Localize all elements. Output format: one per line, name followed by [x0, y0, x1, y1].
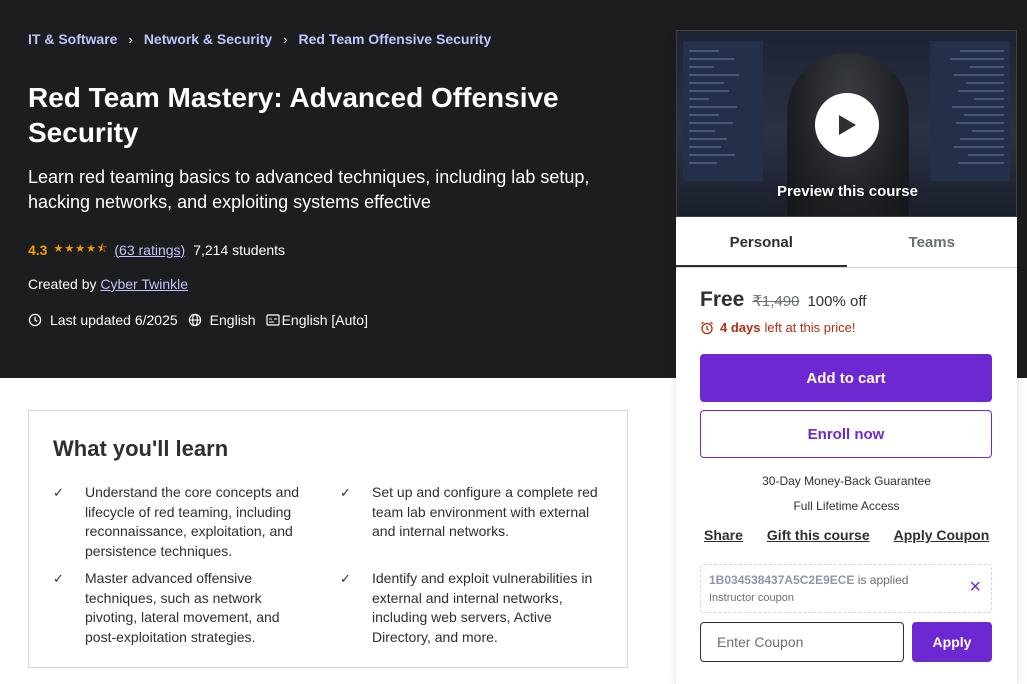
- captions-icon: [265, 314, 280, 326]
- check-icon: ✓: [340, 485, 351, 500]
- learn-item: ✓ Master advanced offensive techniques, …: [53, 569, 313, 647]
- learn-item-text: Identify and exploit vulnerabilities in …: [372, 570, 593, 645]
- star-icon: ★: [53, 243, 65, 255]
- learn-item-text: Master advanced offensive techniques, su…: [85, 570, 280, 645]
- sidebar-links: Share Gift this course Apply Coupon: [704, 527, 989, 543]
- breadcrumb: IT & Software › Network & Security › Red…: [28, 31, 491, 47]
- course-subtitle: Learn red teaming basics to advanced tec…: [28, 167, 590, 212]
- pricing-tabs: Personal Teams: [676, 217, 1017, 268]
- learn-item: ✓ Identify and exploit vulnerabilities i…: [340, 569, 602, 647]
- captions: English [Auto]: [265, 312, 368, 328]
- instructor-link[interactable]: Cyber Twinkle: [100, 276, 188, 292]
- check-icon: ✓: [53, 571, 64, 586]
- apply-coupon-link[interactable]: Apply Coupon: [894, 527, 990, 543]
- last-updated: Last updated 6/2025: [28, 312, 178, 328]
- coupon-input[interactable]: [700, 622, 904, 662]
- star-half-icon: ⯪: [96, 243, 109, 255]
- lifetime-access: Full Lifetime Access: [793, 499, 900, 513]
- globe-icon: [188, 313, 201, 327]
- breadcrumb-link-network-security[interactable]: Network & Security: [144, 31, 272, 47]
- created-by: Created by Cyber Twinkle: [28, 276, 188, 292]
- course-meta: Last updated 6/2025 English English [Aut…: [28, 312, 378, 328]
- course-preview[interactable]: Preview this course: [676, 30, 1017, 217]
- learn-item-text: Understand the core concepts and lifecyc…: [85, 484, 300, 559]
- star-icon: ★: [64, 243, 76, 255]
- clock-icon: [28, 313, 42, 327]
- gift-course-link[interactable]: Gift this course: [767, 527, 870, 543]
- ratings-count-link[interactable]: (63 ratings): [114, 242, 185, 258]
- coupon-status: is applied: [857, 573, 909, 587]
- applied-coupon: 1B034538437A5C2E9ECE is applied Instruct…: [700, 564, 992, 613]
- learn-item: ✓ Set up and configure a complete red te…: [340, 483, 602, 542]
- current-price: Free: [700, 288, 745, 311]
- coupon-code-line: 1B034538437A5C2E9ECE is applied: [709, 573, 908, 587]
- captions-text: English [Auto]: [281, 312, 368, 328]
- preview-screen-decor: [683, 41, 763, 181]
- coupon-code: 1B034538437A5C2E9ECE: [709, 573, 855, 587]
- apply-coupon-button[interactable]: Apply: [912, 622, 992, 662]
- coupon-type: Instructor coupon: [709, 592, 794, 604]
- play-button[interactable]: [815, 93, 879, 157]
- last-updated-text: Last updated 6/2025: [50, 312, 178, 328]
- price-timer: 4 days left at this price!: [700, 320, 856, 335]
- preview-screen-decor: [930, 41, 1010, 181]
- chevron-right-icon: ›: [283, 31, 288, 47]
- chevron-right-icon: ›: [128, 31, 133, 47]
- rating-value: 4.3: [28, 241, 48, 258]
- tab-personal[interactable]: Personal: [676, 217, 847, 267]
- learn-item-text: Set up and configure a complete red team…: [372, 484, 598, 539]
- price-row: Free ₹1,490 100% off: [700, 288, 866, 312]
- learn-item: ✓ Understand the core concepts and lifec…: [53, 483, 313, 561]
- original-price: ₹1,490: [752, 293, 800, 310]
- timer-days: 4 days: [720, 320, 761, 335]
- purchase-sidebar: Preview this course Personal Teams Free …: [676, 30, 1017, 684]
- preview-label: Preview this course: [777, 183, 918, 200]
- star-icon: ★: [75, 243, 87, 255]
- star-rating: ★★★★⯪: [53, 240, 108, 259]
- check-icon: ✓: [53, 485, 64, 500]
- check-icon: ✓: [340, 571, 351, 586]
- enroll-now-button[interactable]: Enroll now: [700, 410, 992, 458]
- tab-teams[interactable]: Teams: [847, 217, 1018, 267]
- share-link[interactable]: Share: [704, 527, 743, 543]
- rating-row: 4.3 ★★★★⯪ (63 ratings) 7,214 students: [28, 240, 285, 259]
- language-text: English: [209, 312, 256, 328]
- language: English: [188, 312, 256, 328]
- money-back-guarantee: 30-Day Money-Back Guarantee: [762, 474, 931, 488]
- close-icon[interactable]: ×: [969, 577, 981, 597]
- what-you-learn-box: What you'll learn ✓ Understand the core …: [28, 410, 628, 668]
- add-to-cart-button[interactable]: Add to cart: [700, 354, 992, 402]
- play-icon: [839, 115, 856, 135]
- course-title: Red Team Mastery: Advanced Offensive Sec…: [28, 82, 559, 148]
- discount-percent: 100% off: [807, 293, 867, 310]
- breadcrumb-link-red-team[interactable]: Red Team Offensive Security: [299, 31, 492, 47]
- timer-text: left at this price!: [764, 320, 856, 335]
- breadcrumb-link-it-software[interactable]: IT & Software: [28, 31, 117, 47]
- created-by-label: Created by: [28, 276, 97, 292]
- star-icon: ★: [86, 243, 97, 255]
- alarm-icon: [701, 321, 713, 334]
- students-count: 7,214 students: [193, 241, 286, 258]
- what-you-learn-title: What you'll learn: [53, 436, 229, 461]
